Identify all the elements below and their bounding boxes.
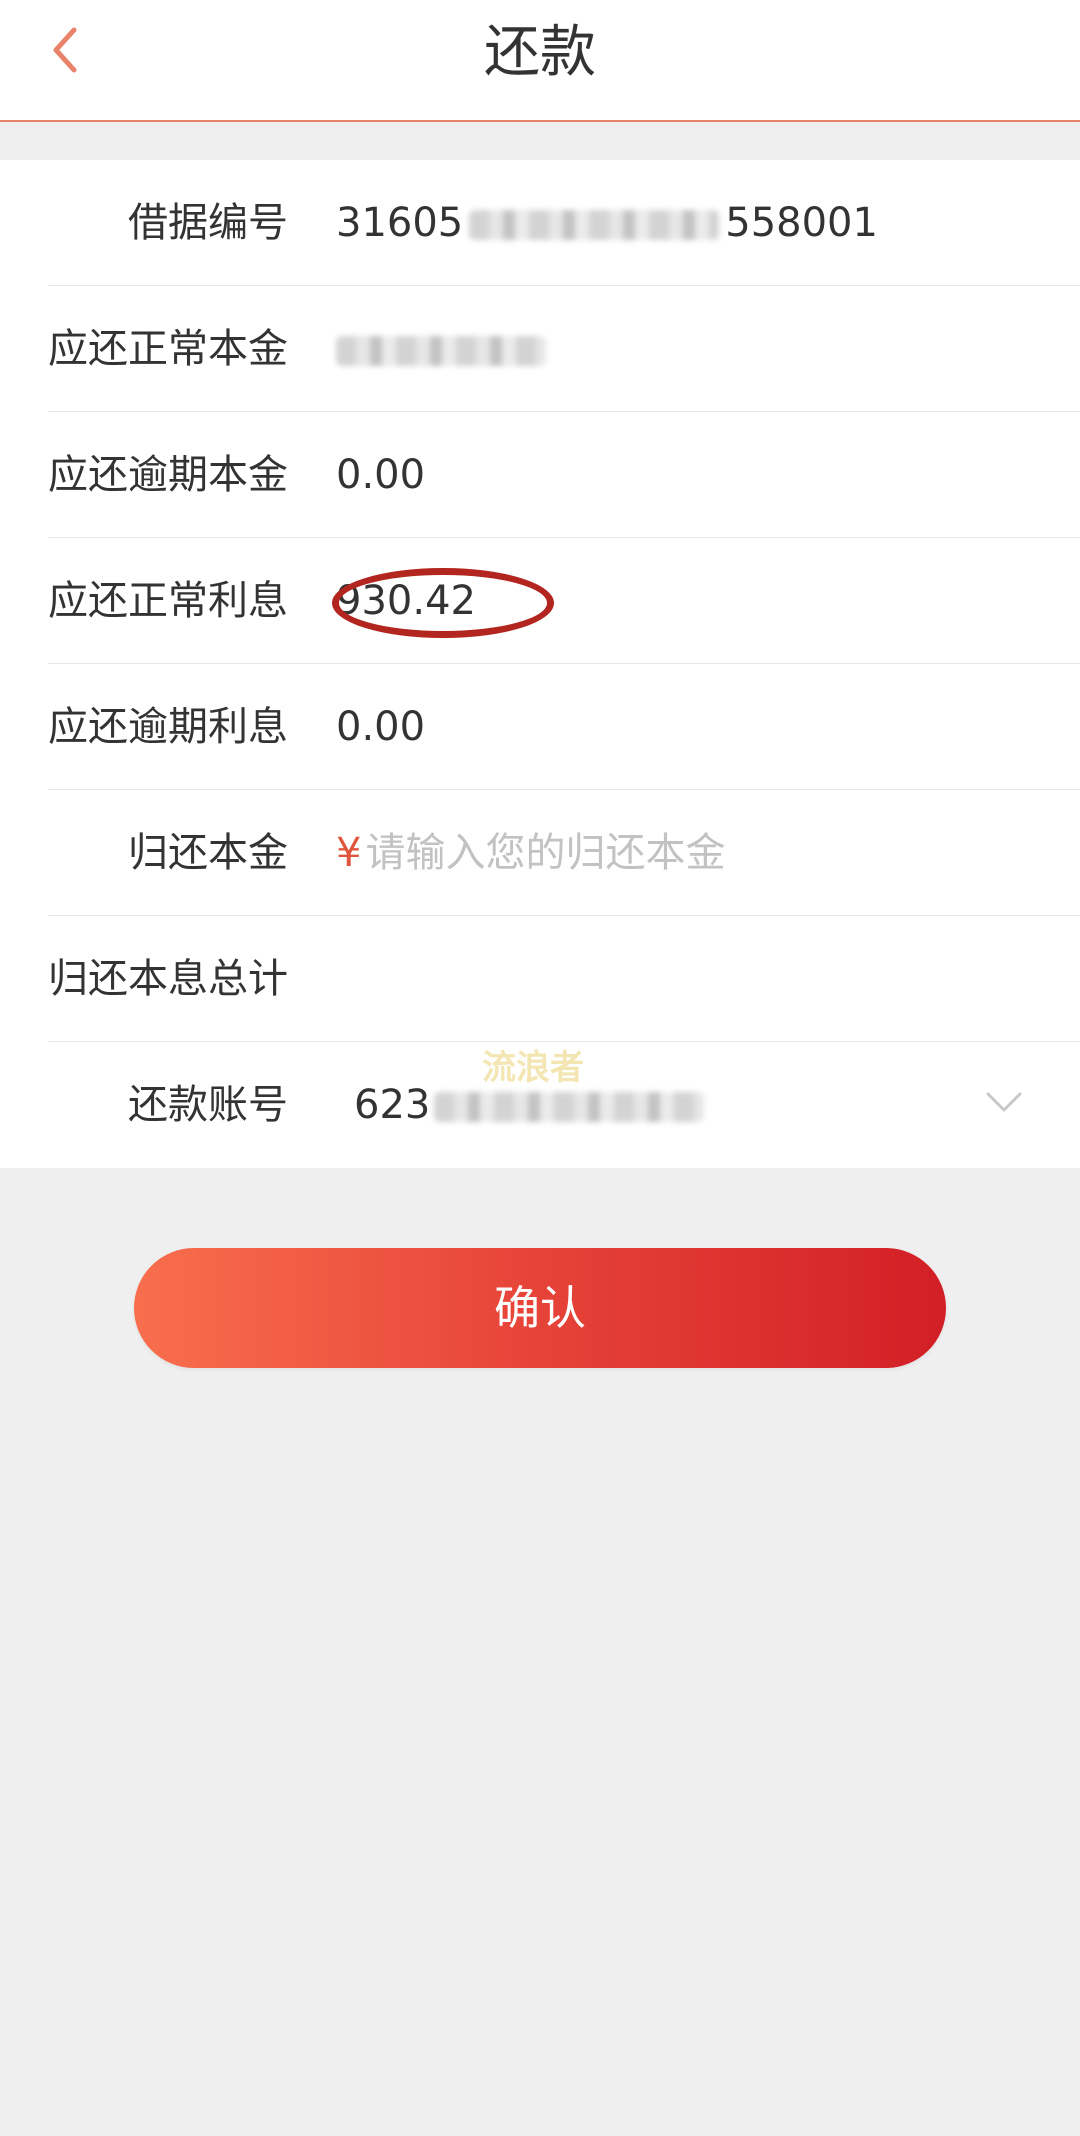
- row-normal-principal: 应还正常本金: [48, 286, 1080, 412]
- row-total: 归还本息总计: [48, 916, 1080, 1042]
- normal-interest-label: 应还正常利息: [48, 578, 288, 624]
- loan-number-prefix: 31605: [336, 200, 464, 246]
- loan-number-value: 31605 558001: [336, 160, 878, 286]
- overdue-interest-label: 应还逾期利息: [48, 704, 288, 750]
- confirm-button[interactable]: 确认: [134, 1248, 946, 1368]
- nav-header: 还款: [0, 0, 1080, 122]
- row-overdue-principal: 应还逾期本金 0.00: [48, 412, 1080, 538]
- account-prefix: 623: [354, 1082, 431, 1128]
- account-label: 还款账号: [128, 1082, 288, 1128]
- repay-principal-field: ¥: [336, 790, 926, 916]
- repay-principal-label: 归还本金: [128, 830, 288, 876]
- redacted-mask: [469, 210, 720, 240]
- repayment-form: 借据编号 31605 558001 应还正常本金 应还逾期本金 0.00 应还正常…: [0, 160, 1080, 1168]
- redacted-mask: [434, 1092, 705, 1122]
- chevron-down-icon[interactable]: [984, 1082, 1024, 1122]
- total-label: 归还本息总计: [48, 956, 288, 1002]
- row-overdue-interest: 应还逾期利息 0.00: [48, 664, 1080, 790]
- row-normal-interest: 应还正常利息 930.42: [48, 538, 1080, 664]
- repay-principal-input[interactable]: [365, 830, 926, 876]
- loan-number-suffix: 558001: [725, 200, 878, 246]
- row-repay-principal: 归还本金 ¥: [48, 790, 1080, 916]
- redacted-mask: [336, 336, 546, 366]
- normal-principal-value: [336, 286, 546, 412]
- watermark: 流浪者: [482, 1048, 584, 1088]
- row-loan-number: 借据编号 31605 558001: [48, 160, 1080, 286]
- loan-number-label: 借据编号: [128, 200, 288, 246]
- overdue-principal-label: 应还逾期本金: [48, 452, 288, 498]
- normal-principal-label: 应还正常本金: [48, 326, 288, 372]
- page-title: 还款: [484, 20, 596, 85]
- normal-interest-value: 930.42: [336, 578, 476, 624]
- overdue-interest-value: 0.00: [336, 704, 426, 750]
- yen-icon: ¥: [336, 830, 362, 876]
- overdue-principal-value: 0.00: [336, 452, 426, 498]
